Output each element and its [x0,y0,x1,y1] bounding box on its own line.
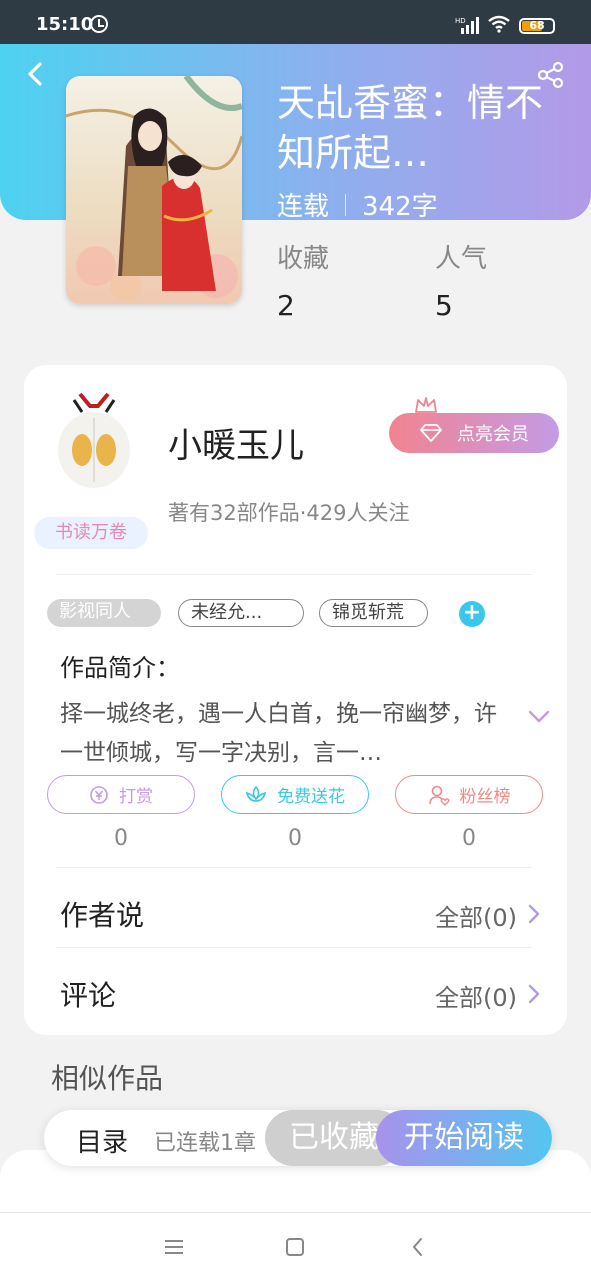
author-says-row[interactable]: 作者说 全部(0) [24,872,567,952]
tag[interactable]: 锦觅斩荒 [319,599,428,627]
crown-icon [415,397,437,413]
vip-button[interactable]: 点亮会员 [389,413,559,453]
fan-count: 0 [462,826,476,851]
tag[interactable]: 未经允... [178,599,304,627]
tag[interactable]: 影视同人 [47,599,161,627]
fan-user-icon [428,785,450,806]
send-flower-label: 免费送花 [277,787,345,807]
cover-illustration [66,76,242,304]
battery-level: 68 [529,19,545,32]
intro-text: 择一城终老，遇一人白首，挽一帘幽梦，许一世倾城，写一字决别，言一… [60,701,497,766]
catalog-button[interactable]: 目录 [76,1122,128,1159]
reward-button[interactable]: 打赏 [47,775,195,814]
book-title: 天乩香蜜：情不知所起… [277,81,544,175]
chevron-left-icon[interactable] [22,60,50,88]
svg-text:HD: HD [455,17,466,25]
reward-label: 打赏 [119,787,153,807]
author-avatar[interactable] [52,392,136,492]
menu-icon[interactable] [162,1235,186,1259]
fan-ranking-button[interactable]: 粉丝榜 [395,775,543,814]
battery-icon: 68 [519,18,555,34]
alarm-icon [90,15,108,33]
chevron-down-icon[interactable] [528,710,550,724]
status-time: 15:10 [36,14,94,35]
stat-value: 5 [435,289,453,322]
fan-ranking-label: 粉丝榜 [459,787,511,807]
comments-link[interactable]: 全部(0) [435,978,517,1013]
stat-favorites: 收藏 2 [277,238,329,322]
reward-count: 0 [114,826,128,851]
word-count: 342字 [362,192,438,222]
book-meta: 连载 342字 [277,186,438,223]
bottom-action-bar: 目录 已连载1章 已收藏 开始阅读 [44,1110,552,1166]
divider [56,867,532,868]
stat-label: 收藏 [277,244,330,274]
reader-badge: 书读万卷 [34,517,148,549]
comments-row[interactable]: 评论 全部(0) [24,952,567,1032]
serial-status: 连载 [277,192,330,222]
stat-value: 2 [277,289,295,322]
meta-divider [345,193,347,216]
chevron-right-icon [528,904,540,924]
signal-icon: HD [455,17,479,34]
intro-heading: 作品简介： [60,654,180,682]
diamond-icon [420,424,442,442]
author-name[interactable]: 小暖玉儿 [168,418,304,467]
vip-button-label: 点亮会员 [457,424,529,445]
author-says-title: 作者说 [60,899,145,932]
system-nav-bar [0,1212,591,1280]
divider [56,574,532,575]
stat-popularity: 人气 5 [435,238,487,322]
author-stats: 著有32部作品·429人关注 [168,501,410,525]
add-tag-button[interactable]: + [459,601,485,627]
home-icon[interactable] [283,1235,307,1259]
author-says-link[interactable]: 全部(0) [435,898,517,933]
wifi-icon [488,15,510,33]
book-cover[interactable] [66,76,242,304]
divider [56,947,532,948]
catalog-count[interactable]: 已连载1章 [154,1125,256,1157]
start-reading-button[interactable]: 开始阅读 [376,1110,552,1166]
flower-count: 0 [288,826,302,851]
similar-works-heading: 相似作品 [51,1062,164,1095]
flower-icon [245,785,267,802]
send-flower-button[interactable]: 免费送花 [221,775,369,814]
stat-label: 人气 [435,244,488,274]
back-icon[interactable] [406,1235,430,1259]
chevron-right-icon [528,984,540,1004]
comments-title: 评论 [60,979,117,1012]
yen-coin-icon [90,785,108,804]
status-bar: 15:10 HD 68 [0,0,591,44]
